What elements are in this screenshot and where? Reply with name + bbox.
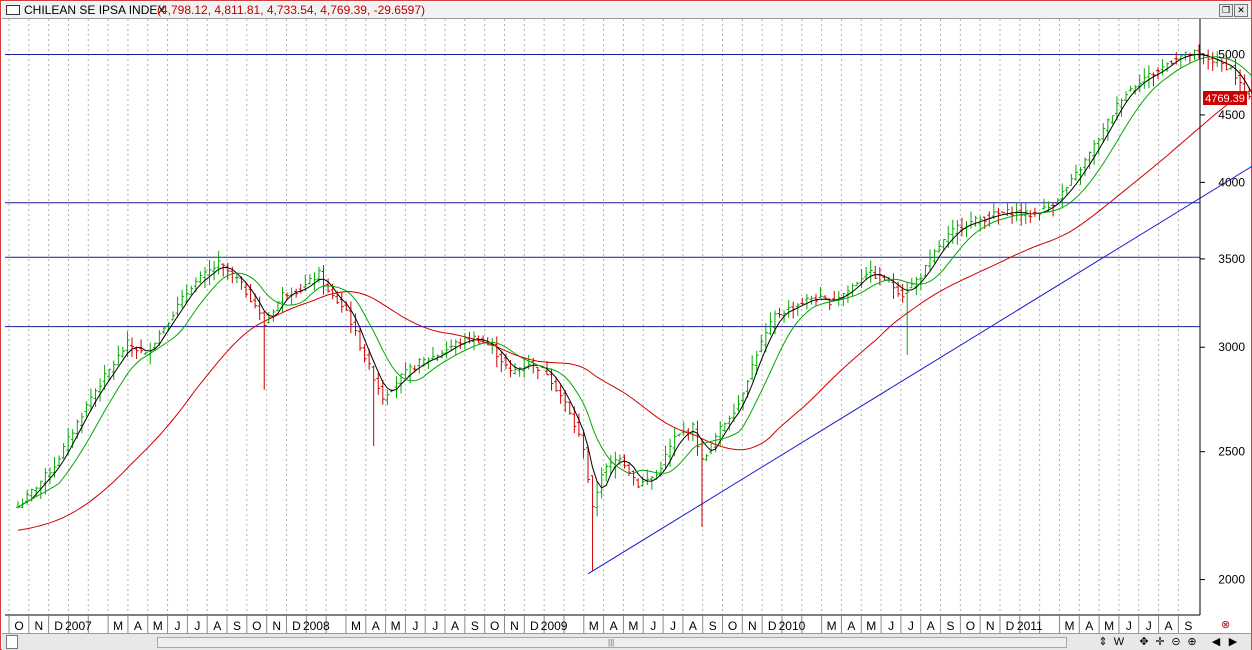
x-tick-label: 2010 [779,619,806,633]
x-tick-label: A [134,619,142,633]
x-tick-label: S [471,619,479,633]
x-tick-label: A [927,619,935,633]
x-tick-label: J [650,619,656,633]
x-tick-label: J [1146,619,1152,633]
x-tick-label: O [490,619,499,633]
y-tick-label: 2500 [1218,445,1245,459]
zoom-vertical-icon[interactable]: ⇕ [1096,635,1110,649]
x-tick-label: A [1165,619,1173,633]
zoom-out-icon[interactable]: ⊝ [1169,635,1183,649]
y-tick-label: 4000 [1218,175,1245,189]
y-tick-label: 4500 [1218,108,1245,122]
x-tick-label: A [451,619,459,633]
x-tick-label: J [1126,619,1132,633]
x-tick-label: 2011 [1017,619,1043,633]
x-tick-label: D [54,619,63,633]
x-tick-label: N [510,619,519,633]
pan-icon[interactable]: ✥ [1137,635,1151,649]
x-tick-label: O [966,619,975,633]
x-tick-label: A [1085,619,1093,633]
chart-window: CHILEAN SE IPSA INDEX (4,798.12, 4,811.8… [0,0,1252,650]
crosshair-icon[interactable]: ✛ [1153,635,1167,649]
last-price-tag: 4769.39 [1203,91,1247,105]
horizontal-scrollbar[interactable]: ||| [157,637,1067,648]
zoom-in-icon[interactable]: ⊕ [1185,635,1199,649]
y-tick-label: 3000 [1218,340,1245,354]
x-tick-label: O [252,619,261,633]
arrow-right-icon[interactable]: ▶ [1226,635,1240,649]
x-tick-label: J [412,619,418,633]
x-tick-label: M [827,619,837,633]
x-tick-label: D [292,619,301,633]
plot-area [5,19,1200,615]
x-tick-label: 2007 [65,619,92,633]
price-chart: 2000250030003500400045005000 O N D 2007 M A M J… [5,19,1252,633]
x-tick-label: M [153,619,163,633]
x-tick-label: A [213,619,221,633]
arrow-left-icon[interactable]: ◀ [1209,635,1223,649]
x-tick-label: N [272,619,281,633]
x-tick-label: M [866,619,876,633]
x-axis-ticks: O N D 2007 M A M J J A S O N D 2008 M A M J J A S O N D 2009 M A M J J… [8,615,1192,633]
x-tick-label: M [113,619,123,633]
y-tick-label: 3500 [1218,252,1245,266]
x-tick-label: D [1006,619,1015,633]
x-tick-label: J [670,619,676,633]
status-bar: ||| ⇕ W ✥ ✛ ⊝ ⊕ ◀ ▶ [2,633,1251,650]
y-axis-ticks: 2000 2500 3000 3500 4000 4500 5000 [1200,48,1245,587]
x-tick-label: M [391,619,401,633]
x-tick-label: M [351,619,361,633]
x-tick-label: M [1104,619,1114,633]
x-tick-label: J [194,619,200,633]
x-tick-label: M [589,619,599,633]
x-tick-label: N [748,619,757,633]
x-tick-label: J [888,619,894,633]
week-button[interactable]: W [1112,635,1126,649]
x-tick-label: O [728,619,737,633]
scrollbar-thumb[interactable]: ||| [158,638,1066,647]
x-tick-label: J [175,619,181,633]
x-tick-label: M [1064,619,1074,633]
x-tick-label: 2009 [541,619,568,633]
x-tick-label: S [709,619,717,633]
scroll-left-icon[interactable] [6,635,18,649]
x-tick-label: S [947,619,955,633]
x-tick-label: A [372,619,380,633]
stop-icon[interactable]: ⊗ [1221,618,1230,631]
x-tick-label: A [689,619,697,633]
x-tick-label: 2008 [303,619,330,633]
y-tick-label: 5000 [1218,48,1245,62]
x-tick-label: M [628,619,638,633]
x-tick-label: O [14,619,23,633]
x-tick-label: J [432,619,438,633]
x-tick-label: J [908,619,914,633]
y-tick-label: 2000 [1218,573,1245,587]
x-tick-label: S [1184,619,1192,633]
x-tick-label: A [610,619,618,633]
x-tick-label: N [34,619,43,633]
x-tick-label: S [233,619,241,633]
x-tick-label: D [530,619,539,633]
last-price-label: 4769.39 [1205,93,1245,105]
x-tick-label: A [847,619,855,633]
scrollbar-grip-icon: ||| [608,638,615,647]
x-tick-label: N [986,619,995,633]
x-tick-label: D [768,619,777,633]
